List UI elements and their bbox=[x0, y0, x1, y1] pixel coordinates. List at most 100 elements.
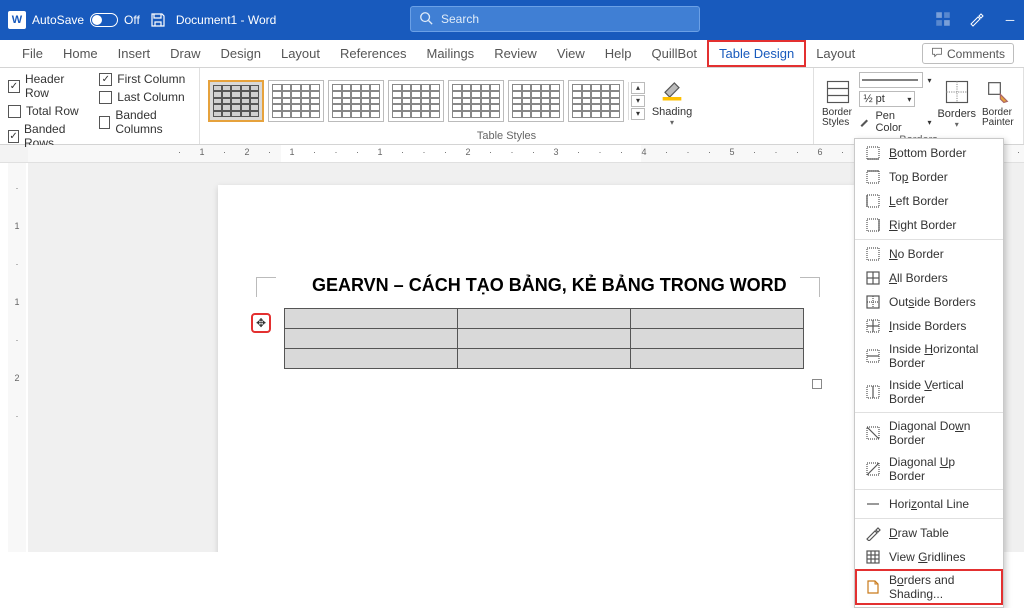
word-app-icon: W bbox=[8, 11, 26, 29]
menu-draw-table[interactable]: Draw Table bbox=[855, 521, 1003, 545]
group-table-styles: ▴▾▾ Shading ▾ Table Styles bbox=[200, 68, 814, 144]
tab-review[interactable]: Review bbox=[484, 40, 547, 67]
toggle-off-icon[interactable] bbox=[90, 13, 118, 27]
left-border-icon bbox=[865, 193, 881, 209]
table-style-thumb-4[interactable] bbox=[388, 80, 444, 122]
menu-diagonal-down-border[interactable]: Diagonal Down Border bbox=[855, 415, 1003, 451]
bottom-border-icon bbox=[865, 145, 881, 161]
table-style-thumb-2[interactable] bbox=[268, 80, 324, 122]
autosave-label: AutoSave bbox=[32, 13, 84, 27]
minimize-button[interactable]: ─ bbox=[1002, 13, 1018, 27]
top-border-icon bbox=[865, 169, 881, 185]
inside-borders-icon bbox=[865, 318, 881, 334]
chevron-down-icon[interactable]: ▾ bbox=[927, 76, 931, 85]
border-styles-button[interactable]: Border Styles bbox=[822, 78, 853, 128]
document-table[interactable] bbox=[284, 308, 804, 369]
title-bar: W AutoSave Off Document1 - Word Search ─ bbox=[0, 0, 1024, 40]
menu-inside-horizontal-border[interactable]: Inside Horizontal Border bbox=[855, 338, 1003, 374]
group-borders: Border Styles ▾ ½ pt▾ Pen Color ▾ bbox=[814, 68, 1024, 144]
menu-right-border[interactable]: Right Border bbox=[855, 213, 1003, 237]
search-placeholder: Search bbox=[441, 12, 479, 26]
tab-design[interactable]: Design bbox=[211, 40, 271, 67]
search-input[interactable]: Search bbox=[410, 6, 700, 32]
tab-help[interactable]: Help bbox=[595, 40, 642, 67]
shading-button[interactable]: Shading ▾ bbox=[649, 76, 695, 127]
tab-layout2[interactable]: Layout bbox=[806, 40, 865, 67]
pencil-icon bbox=[865, 525, 881, 541]
menu-outside-borders[interactable]: Outside Borders bbox=[855, 290, 1003, 314]
document-title: Document1 - Word bbox=[176, 13, 276, 27]
menu-inside-vertical-border[interactable]: Inside Vertical Border bbox=[855, 374, 1003, 410]
page[interactable]: GEARVN – CÁCH TẠO BẢNG, KẺ BẢNG TRONG WO… bbox=[218, 185, 858, 552]
table-move-handle[interactable]: ✥ bbox=[251, 313, 271, 333]
chevron-down-icon: ▾ bbox=[955, 120, 959, 129]
pen-icon bbox=[859, 115, 871, 130]
save-icon[interactable] bbox=[150, 12, 166, 28]
tab-view[interactable]: View bbox=[547, 40, 595, 67]
table-resize-handle[interactable] bbox=[812, 379, 822, 389]
menu-borders-and-shading[interactable]: Borders and Shading... bbox=[855, 569, 1003, 605]
all-borders-icon bbox=[865, 270, 881, 286]
margin-crop-mark bbox=[800, 277, 820, 297]
table-styles-more[interactable]: ▴▾▾ bbox=[628, 82, 645, 120]
tab-quillbot[interactable]: QuillBot bbox=[642, 40, 708, 67]
menu-inside-borders[interactable]: Inside Borders bbox=[855, 314, 1003, 338]
tab-references[interactable]: References bbox=[330, 40, 416, 67]
menu-bottom-border[interactable]: Bottom Border bbox=[855, 141, 1003, 165]
window-controls: ─ bbox=[934, 0, 1018, 40]
user-avatar-icon[interactable] bbox=[934, 10, 950, 31]
group-table-style-options: Header Row Total Row Banded Rows First C… bbox=[0, 68, 200, 144]
hline-icon bbox=[865, 496, 881, 512]
tab-home[interactable]: Home bbox=[53, 40, 108, 67]
menu-all-borders[interactable]: All Borders bbox=[855, 266, 1003, 290]
chk-banded-columns[interactable]: Banded Columns bbox=[99, 108, 191, 136]
inside-v-border-icon bbox=[865, 384, 881, 400]
tab-table-design[interactable]: Table Design bbox=[707, 40, 806, 67]
tab-mailings[interactable]: Mailings bbox=[417, 40, 485, 67]
gridlines-icon bbox=[865, 549, 881, 565]
search-icon bbox=[419, 11, 433, 28]
margin-crop-mark bbox=[256, 277, 276, 297]
border-painter-icon bbox=[984, 78, 1012, 106]
pen-color-button[interactable]: Pen Color ▾ bbox=[859, 110, 931, 134]
ribbon-tabs: File Home Insert Draw Design Layout Refe… bbox=[0, 40, 1024, 68]
chk-last-column[interactable]: Last Column bbox=[99, 90, 191, 104]
document-heading[interactable]: GEARVN – CÁCH TẠO BẢNG, KẺ BẢNG TRONG WO… bbox=[312, 275, 802, 296]
table-style-thumb-6[interactable] bbox=[508, 80, 564, 122]
no-border-icon bbox=[865, 246, 881, 262]
inside-h-border-icon bbox=[865, 348, 881, 364]
menu-diagonal-up-border[interactable]: Diagonal Up Border bbox=[855, 451, 1003, 487]
table-style-thumb-3[interactable] bbox=[328, 80, 384, 122]
border-weight-select[interactable]: ½ pt▾ bbox=[859, 91, 915, 107]
menu-view-gridlines[interactable]: View Gridlines bbox=[855, 545, 1003, 569]
tab-draw[interactable]: Draw bbox=[160, 40, 210, 67]
menu-horizontal-line[interactable]: Horizontal Line bbox=[855, 492, 1003, 516]
vertical-ruler[interactable]: ·1·1·2· bbox=[8, 163, 26, 552]
menu-top-border[interactable]: Top Border bbox=[855, 165, 1003, 189]
brush-icon[interactable] bbox=[968, 11, 984, 30]
chk-header-row[interactable]: Header Row bbox=[8, 72, 85, 100]
table-style-thumb-1[interactable] bbox=[208, 80, 264, 122]
border-painter-button[interactable]: Border Painter bbox=[982, 78, 1015, 128]
shading-icon bbox=[658, 76, 686, 104]
page-icon bbox=[865, 579, 881, 595]
tab-insert[interactable]: Insert bbox=[108, 40, 161, 67]
tab-layout[interactable]: Layout bbox=[271, 40, 330, 67]
chk-first-column[interactable]: First Column bbox=[99, 72, 191, 86]
comment-icon bbox=[931, 46, 943, 61]
borders-split-button[interactable]: Borders ▾ bbox=[937, 78, 976, 129]
chk-total-row[interactable]: Total Row bbox=[8, 104, 85, 118]
tab-file[interactable]: File bbox=[12, 40, 53, 67]
chevron-down-icon: ▾ bbox=[670, 118, 674, 127]
menu-no-border[interactable]: No Border bbox=[855, 242, 1003, 266]
menu-left-border[interactable]: Left Border bbox=[855, 189, 1003, 213]
table-style-thumb-7[interactable] bbox=[568, 80, 624, 122]
borders-icon bbox=[943, 78, 971, 106]
line-style-select[interactable] bbox=[859, 72, 923, 88]
table-style-thumb-5[interactable] bbox=[448, 80, 504, 122]
autosave-toggle[interactable]: AutoSave Off bbox=[32, 13, 140, 27]
autosave-state: Off bbox=[124, 13, 140, 27]
comments-button[interactable]: Comments bbox=[922, 43, 1014, 64]
right-border-icon bbox=[865, 217, 881, 233]
borders-dropdown-menu: Bottom Border Top Border Left Border Rig… bbox=[854, 138, 1004, 608]
